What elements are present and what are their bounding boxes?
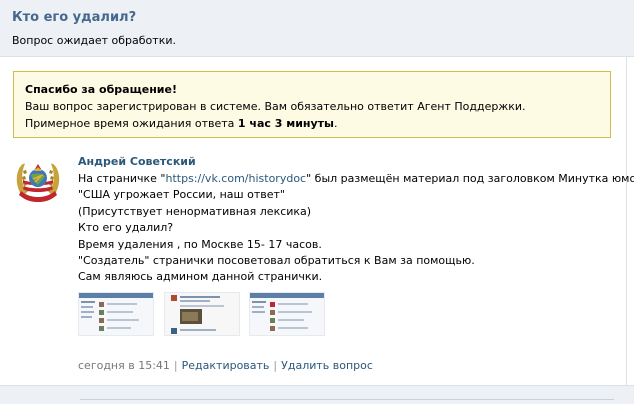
right-divider (626, 57, 627, 404)
thank-you-notice: Спасибо за обращение! Ваш вопрос зарегис… (13, 71, 611, 138)
post-text-prefix: На страничке " (78, 172, 166, 185)
post-text-line: Время удаления , по Москве 15- 17 часов. (78, 237, 322, 251)
delete-question-link[interactable]: Удалить вопрос (281, 359, 373, 372)
attachment-thumbnail[interactable] (78, 292, 154, 336)
meta-separator: | (273, 359, 278, 372)
meta-separator: | (173, 359, 178, 372)
author-name[interactable]: Андрей Советский (78, 155, 618, 169)
post-text-line: Сам являюсь админом данной странички. (78, 270, 323, 284)
edit-link[interactable]: Редактировать (182, 359, 270, 372)
post-text-line: "Создатель" странички посоветовал обрати… (78, 254, 475, 268)
page-link[interactable]: https://vk.com/historydoc (166, 172, 307, 185)
post-text-line: (Присутствует ненормативная лексика) (78, 204, 312, 218)
footer-bar (0, 385, 634, 404)
author-avatar[interactable] (13, 155, 63, 205)
notice-registered-text: Ваш вопрос зарегистрирован в системе. Ва… (25, 100, 526, 113)
screenshot-thumbnail-icon (250, 293, 324, 331)
wait-time-prefix: Примерное время ожидания ответа (25, 117, 238, 130)
screenshot-thumbnail-icon (79, 293, 153, 331)
question-status: Вопрос ожидает обработки. (12, 34, 176, 47)
question-title: Кто его удалил? (12, 10, 137, 25)
notice-title: Спасибо за обращение! (25, 83, 177, 96)
attachment-thumbnail[interactable] (164, 292, 240, 336)
wait-time-value: 1 час 3 минуты (237, 117, 334, 130)
ussr-emblem-icon (13, 155, 63, 205)
wait-time-suffix: . (334, 117, 338, 130)
footer-divider (80, 399, 614, 400)
screenshot-thumbnail-icon (165, 293, 239, 335)
question-post: Андрей Советский На страничке "https://v… (78, 155, 634, 286)
post-meta: сегодня в 15:41 | Редактировать | Удалить во… (78, 359, 373, 372)
attachment-thumbnail[interactable] (249, 292, 325, 336)
post-text-line: На страничке "https://vk.com/historydoc"… (78, 171, 634, 187)
post-text-line: "США угрожает России, наш ответ" (78, 188, 285, 202)
notice-wait-time: Примерное время ожидания ответа 1 час 3 … (25, 115, 599, 132)
post-text-line: Кто его удалил? (78, 221, 174, 235)
question-header: Кто его удалил? Вопрос ожидает обработки… (0, 0, 634, 57)
post-timestamp: сегодня в 15:41 (78, 359, 170, 372)
post-text-suffix: " был размещён материал под заголовком М… (306, 172, 634, 185)
